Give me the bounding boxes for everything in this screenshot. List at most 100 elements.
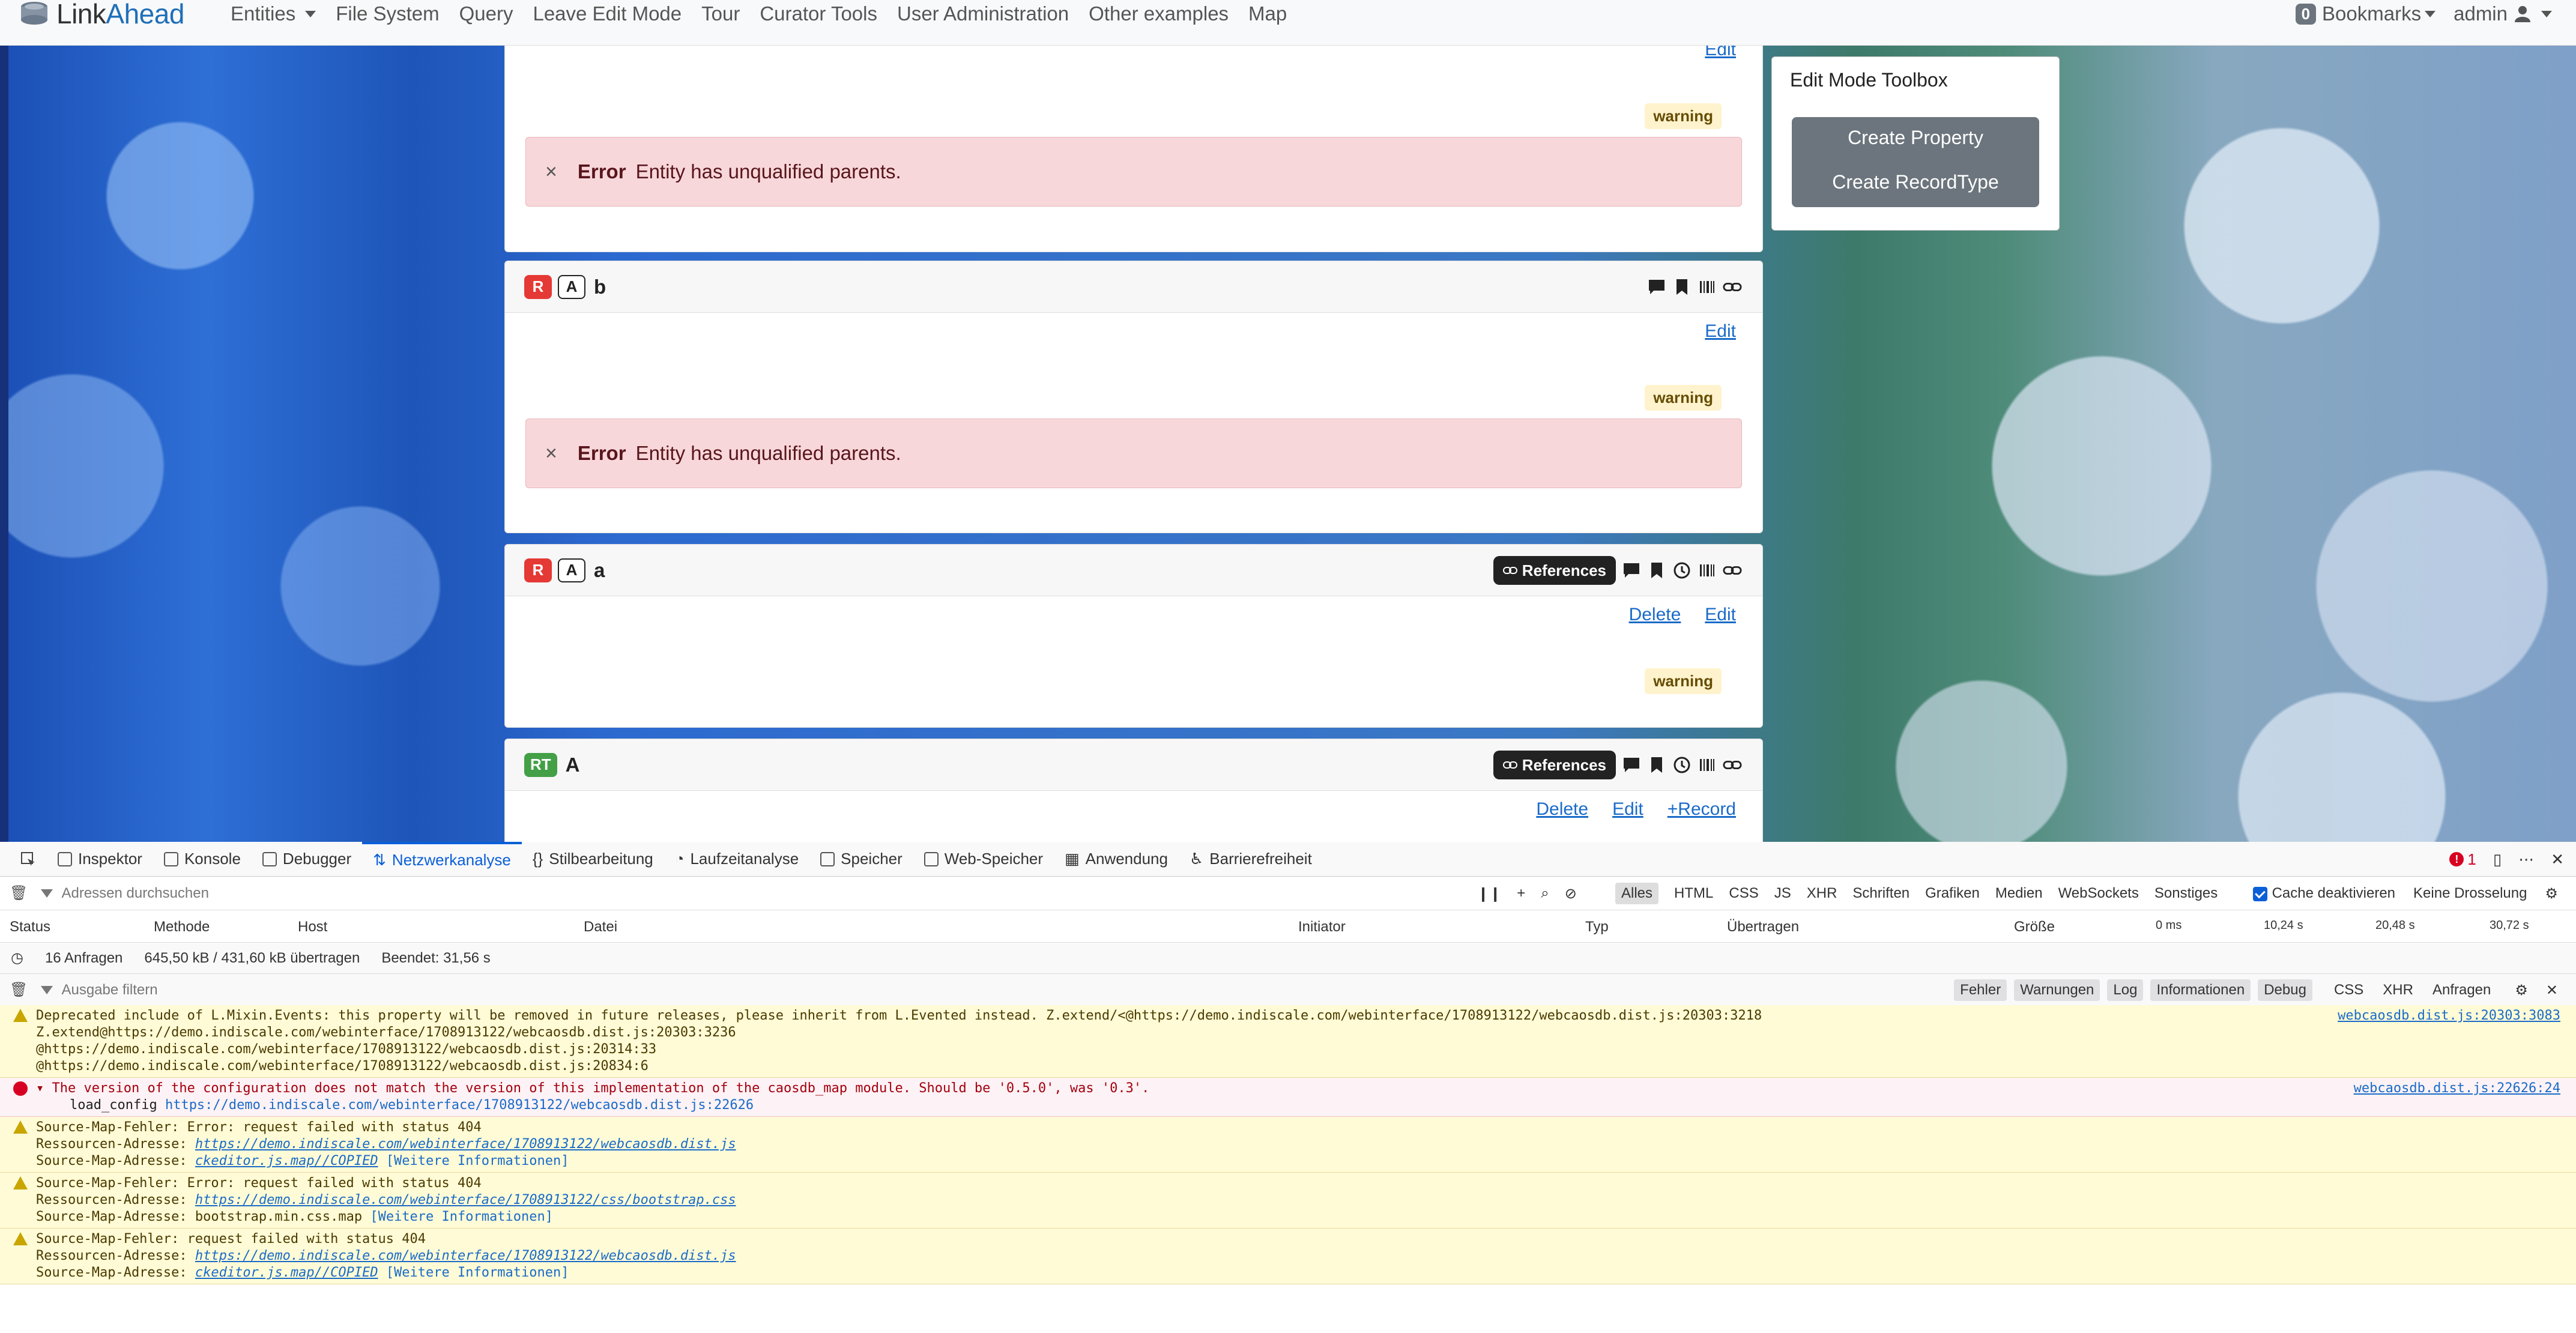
nav-entities-dropdown[interactable]: Entities <box>231 2 316 25</box>
tab-netzwerkanalyse[interactable]: ⇅ Netzwerkanalyse <box>362 841 522 877</box>
edit-link[interactable]: Edit <box>1612 799 1643 820</box>
error-count-badge[interactable]: ! 1 <box>2449 850 2476 869</box>
pause-icon[interactable]: ❙❙ <box>1477 885 1501 902</box>
bookmark-icon[interactable] <box>1647 754 1666 776</box>
comment-icon[interactable] <box>1622 754 1641 776</box>
history-icon[interactable] <box>1672 560 1692 581</box>
tab-konsole[interactable]: Konsole <box>153 842 252 877</box>
references-button[interactable]: References <box>1493 556 1616 585</box>
close-icon[interactable]: × <box>545 160 557 184</box>
user-menu-dropdown[interactable]: admin <box>2454 2 2552 25</box>
create-recordtype-button[interactable]: Create RecordType <box>1792 171 2039 193</box>
stack-link[interactable]: https://demo.indiscale.com/webinterface/… <box>165 1098 754 1113</box>
throttle-select[interactable]: Keine Drosselung <box>2413 885 2527 902</box>
filter-type-xhr[interactable]: XHR <box>1807 885 1837 902</box>
source-link[interactable]: webcaosdb.dist.js:20303:3083 <box>2338 1008 2560 1024</box>
resource-link[interactable]: https://demo.indiscale.com/webinterface/… <box>195 1192 736 1208</box>
col-methode[interactable]: Methode <box>154 919 210 936</box>
settings-gear-icon[interactable]: ⚙ <box>2515 982 2528 999</box>
resource-link[interactable]: https://demo.indiscale.com/webinterface/… <box>195 1137 736 1152</box>
col-typ[interactable]: Typ <box>1585 919 1609 936</box>
delete-link[interactable]: Delete <box>1629 605 1681 625</box>
bookmark-icon[interactable] <box>1672 276 1692 298</box>
link-icon[interactable] <box>1723 560 1742 581</box>
edit-link[interactable]: Edit <box>1705 321 1736 342</box>
filter-type-html[interactable]: HTML <box>1674 885 1713 902</box>
tab-web-speicher[interactable]: Web-Speicher <box>913 842 1054 877</box>
tab-laufzeitanalyse[interactable]: ◔ Laufzeitanalyse <box>664 842 809 877</box>
filter-type-websockets[interactable]: WebSockets <box>2058 885 2139 902</box>
close-icon[interactable]: × <box>545 442 557 465</box>
nav-other-examples[interactable]: Other examples <box>1089 2 1229 25</box>
level-warnungen[interactable]: Warnungen <box>2014 979 2100 1001</box>
comment-icon[interactable] <box>1647 276 1666 298</box>
bookmark-icon[interactable] <box>1647 560 1666 581</box>
add-icon[interactable]: + <box>1517 885 1525 902</box>
trash-icon[interactable]: 🗑 <box>10 981 28 999</box>
nav-tour[interactable]: Tour <box>701 2 740 25</box>
tab-barrierefreiheit[interactable]: ♿ Barrierefreiheit <box>1179 842 1323 877</box>
dock-icon[interactable]: ▯ <box>2493 850 2502 869</box>
col-initiator[interactable]: Initiator <box>1298 919 1346 936</box>
barcode-icon[interactable] <box>1698 560 1717 581</box>
settings-gear-icon[interactable]: ⚙ <box>2545 885 2558 902</box>
tab-stilbearbeitung[interactable]: {} Stilbearbeitung <box>522 842 664 877</box>
source-link[interactable]: webcaosdb.dist.js:22626:24 <box>2354 1080 2560 1097</box>
element-picker-icon[interactable] <box>10 842 47 877</box>
level-css[interactable]: CSS <box>2328 979 2369 1001</box>
delete-link[interactable]: Delete <box>1536 799 1588 820</box>
performance-clock-icon[interactable]: ◷ <box>11 949 23 967</box>
comment-icon[interactable] <box>1622 560 1641 581</box>
search-icon[interactable]: ⌕ <box>1541 885 1549 902</box>
sourcemap-link[interactable]: ckeditor.js.map//COPIED <box>195 1153 378 1168</box>
more-info-link[interactable]: [Weitere Informationen] <box>386 1153 569 1168</box>
filter-type-sonstiges[interactable]: Sonstiges <box>2154 885 2218 902</box>
filter-type-js[interactable]: JS <box>1774 885 1791 902</box>
resource-link[interactable]: https://demo.indiscale.com/webinterface/… <box>195 1248 736 1263</box>
nav-leave-edit-mode[interactable]: Leave Edit Mode <box>533 2 682 25</box>
barcode-icon[interactable] <box>1698 754 1717 776</box>
create-property-button[interactable]: Create Property <box>1792 127 2039 149</box>
filter-type-alles[interactable]: Alles <box>1615 883 1659 904</box>
edit-link[interactable]: Edit <box>1705 605 1736 625</box>
level-informationen[interactable]: Informationen <box>2150 979 2251 1001</box>
filter-type-medien[interactable]: Medien <box>1995 885 2043 902</box>
col-datei[interactable]: Datei <box>584 919 617 936</box>
more-info-link[interactable]: [Weitere Informationen] <box>370 1209 553 1224</box>
level-fehler[interactable]: Fehler <box>1954 979 2007 1001</box>
level-debug[interactable]: Debug <box>2258 979 2312 1001</box>
more-options-icon[interactable]: ⋯ <box>2518 850 2534 869</box>
network-filter-input[interactable]: Adressen durchsuchen <box>61 885 208 902</box>
filter-type-css[interactable]: CSS <box>1729 885 1758 902</box>
level-log[interactable]: Log <box>2107 979 2144 1001</box>
history-icon[interactable] <box>1672 754 1692 776</box>
col-uebertragen[interactable]: Übertragen <box>1727 919 1799 936</box>
col-status[interactable]: Status <box>10 919 50 936</box>
block-icon[interactable]: ⊘ <box>1565 885 1577 902</box>
tab-debugger[interactable]: Debugger <box>252 842 362 877</box>
close-icon[interactable]: ✕ <box>2546 982 2558 999</box>
tab-inspektor[interactable]: Inspektor <box>47 842 153 877</box>
barcode-icon[interactable] <box>1698 276 1717 298</box>
disable-cache-checkbox[interactable]: Cache deaktivieren <box>2252 885 2395 902</box>
level-anfragen[interactable]: Anfragen <box>2426 979 2497 1001</box>
references-button[interactable]: References <box>1493 751 1616 779</box>
tab-anwendung[interactable]: ▦ Anwendung <box>1054 842 1179 877</box>
parent-label[interactable]: A <box>558 274 585 299</box>
col-groesse[interactable]: Größe <box>2014 919 2055 936</box>
nav-file-system[interactable]: File System <box>336 2 439 25</box>
trash-icon[interactable]: 🗑 <box>10 884 28 902</box>
filter-type-grafiken[interactable]: Grafiken <box>1925 885 1980 902</box>
add-record-link[interactable]: +Record <box>1667 799 1736 820</box>
link-icon[interactable] <box>1723 276 1742 298</box>
brand-logo-link[interactable]: LinkAhead <box>17 0 184 29</box>
level-xhr[interactable]: XHR <box>2377 979 2419 1001</box>
expand-chevron-icon[interactable]: ▾ <box>36 1081 52 1096</box>
nav-query[interactable]: Query <box>459 2 513 25</box>
link-icon[interactable] <box>1723 754 1742 776</box>
nav-map[interactable]: Map <box>1248 2 1287 25</box>
more-info-link[interactable]: [Weitere Informationen] <box>386 1265 569 1280</box>
nav-curator-tools[interactable]: Curator Tools <box>760 2 877 25</box>
tab-speicher[interactable]: Speicher <box>809 842 913 877</box>
sourcemap-link[interactable]: ckeditor.js.map//COPIED <box>195 1265 378 1280</box>
